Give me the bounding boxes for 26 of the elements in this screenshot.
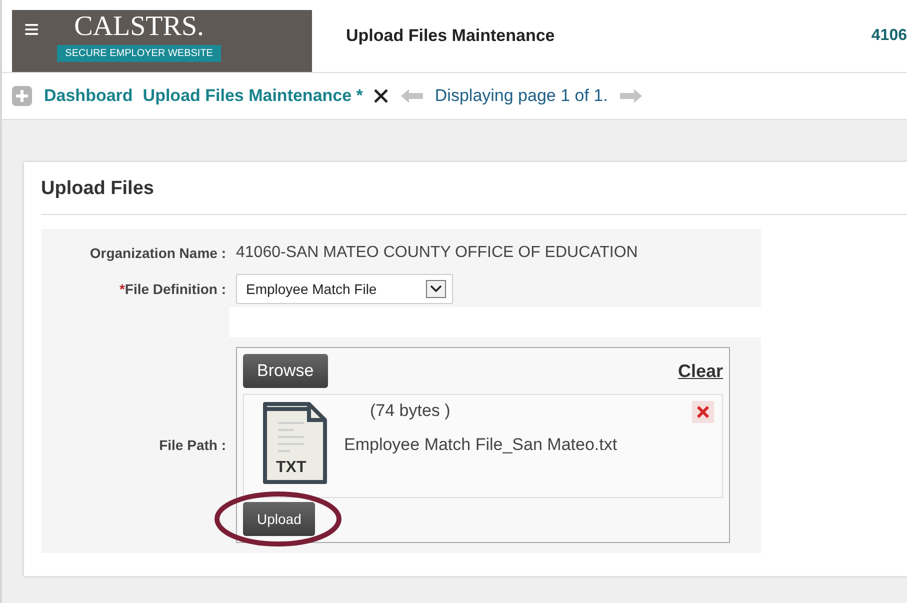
upload-button[interactable]: Upload bbox=[243, 502, 316, 536]
page-title: Upload Files Maintenance bbox=[346, 26, 556, 46]
left-arrow-icon[interactable] bbox=[400, 89, 423, 103]
file-name: Employee Match File_San Mateo.txt bbox=[344, 435, 618, 455]
logo-wordmark: CALSTRS. bbox=[74, 12, 204, 43]
add-icon[interactable] bbox=[12, 86, 32, 106]
breadcrumb-link[interactable]: Upload Files Maintenance * bbox=[142, 86, 363, 106]
page-status: Displaying page 1 of 1. bbox=[434, 86, 608, 106]
close-icon[interactable] bbox=[372, 88, 389, 104]
field-label: Organization Name : bbox=[88, 245, 227, 261]
organization-value: 41060-SAN MATEO COUNTY OFFICE OF EDUCATION bbox=[236, 244, 638, 262]
field-label: *File Definition : bbox=[118, 281, 227, 297]
clear-link[interactable]: Clear bbox=[678, 360, 723, 382]
right-arrow-icon[interactable] bbox=[620, 89, 642, 103]
file-size: (74 bytes ) bbox=[370, 401, 452, 421]
field-label: File Path : bbox=[158, 437, 227, 453]
file-definition-dropdown[interactable]: Employee Match File bbox=[236, 274, 453, 304]
text-file-icon: TXT bbox=[262, 401, 328, 485]
menu-icon[interactable]: ≡ bbox=[24, 16, 40, 42]
section-title: Upload Files bbox=[41, 178, 907, 215]
logo-tagline: SECURE EMPLOYER WEBSITE bbox=[57, 44, 221, 62]
chevron-down-icon bbox=[426, 280, 446, 298]
browse-button[interactable]: Browse bbox=[243, 354, 328, 388]
remove-icon[interactable] bbox=[692, 401, 714, 423]
org-code: 4106 bbox=[871, 27, 907, 45]
breadcrumb-link[interactable]: Dashboard bbox=[44, 86, 133, 106]
